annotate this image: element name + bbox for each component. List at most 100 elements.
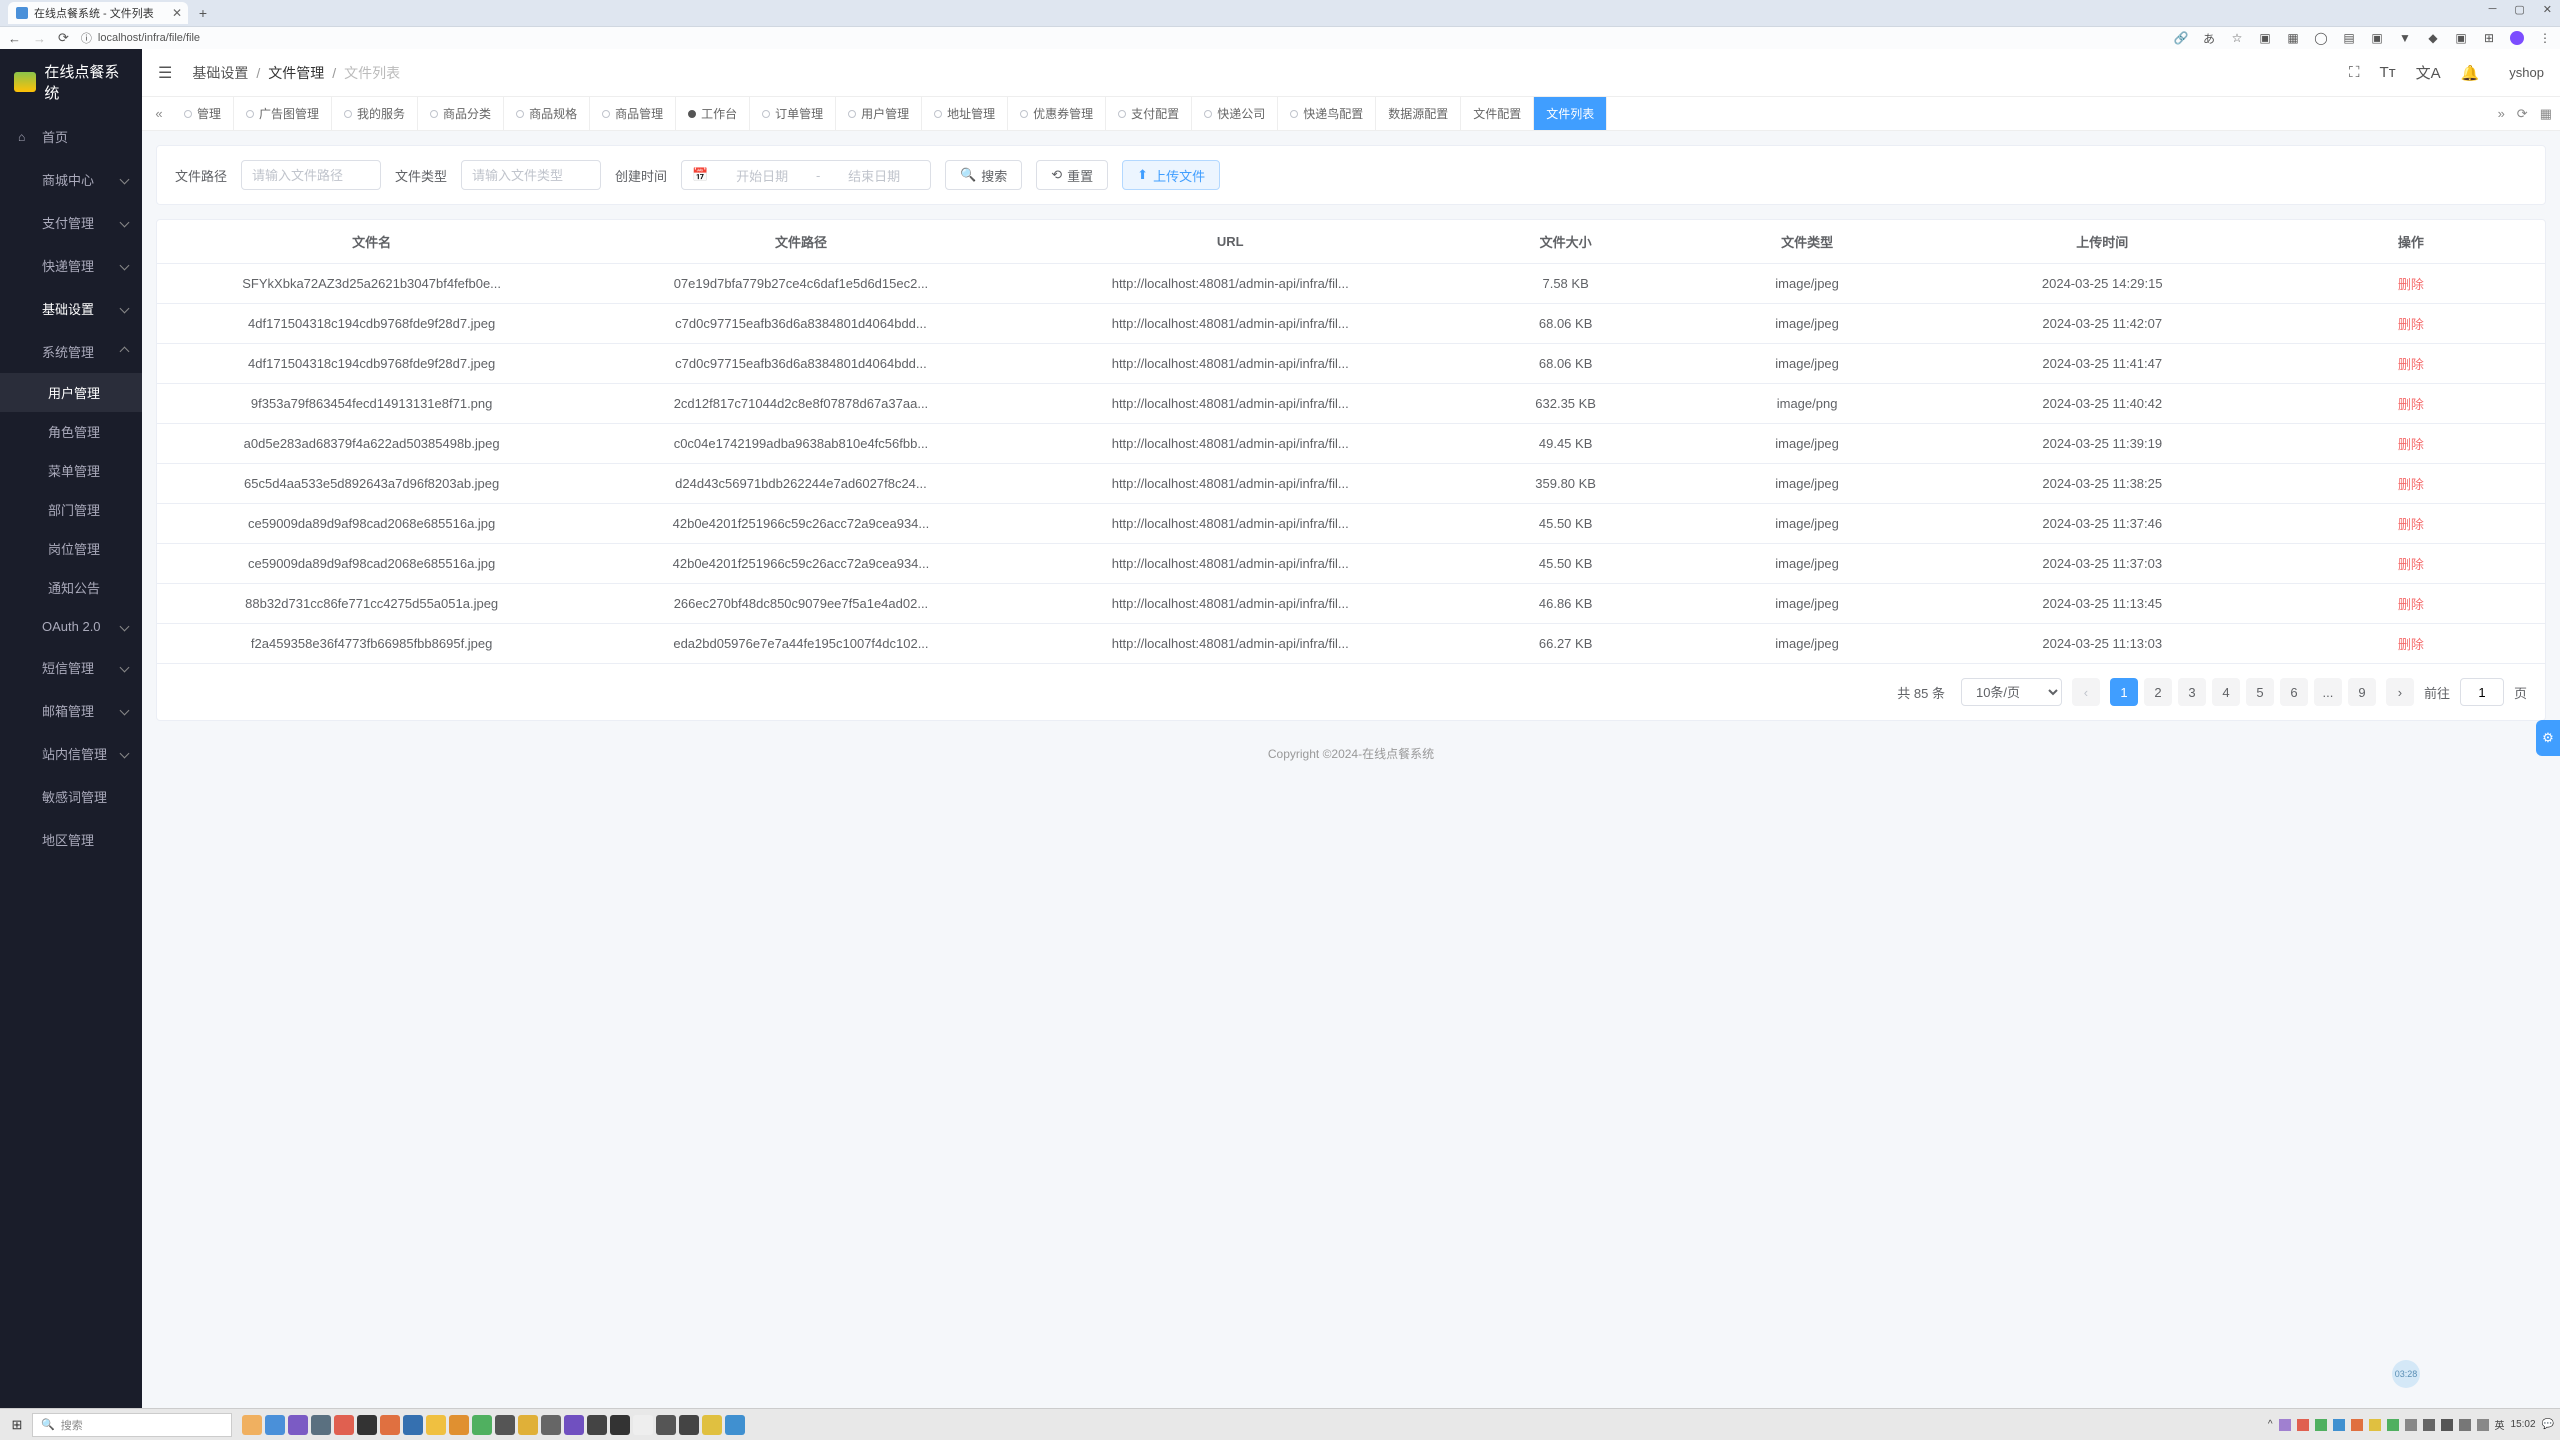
app-icon[interactable] (725, 1415, 745, 1435)
forward-icon[interactable]: → (33, 31, 46, 46)
sidebar-sub-item[interactable]: 通知公告 (0, 568, 142, 607)
star-icon[interactable]: ☆ (2230, 31, 2244, 45)
app-icon[interactable] (495, 1415, 515, 1435)
sidebar-item-basic[interactable]: 基础设置 (0, 287, 142, 330)
tray-icon[interactable] (2279, 1419, 2291, 1431)
pager-next[interactable]: › (2386, 678, 2414, 706)
sidebar-item-pay[interactable]: 支付管理 (0, 201, 142, 244)
content-tab[interactable]: 支付配置 (1106, 97, 1192, 130)
close-window-icon[interactable]: ✕ (2543, 3, 2552, 16)
ext7-icon[interactable]: ◆ (2426, 31, 2440, 45)
tabs-right-icon[interactable]: » (2498, 106, 2505, 121)
crumb-0[interactable]: 基础设置 (192, 63, 248, 83)
ext2-icon[interactable]: ▦ (2286, 31, 2300, 45)
app-icon[interactable] (288, 1415, 308, 1435)
app-icon[interactable] (242, 1415, 262, 1435)
sidebar-item-msg[interactable]: 站内信管理 (0, 732, 142, 775)
sidebar-item-system[interactable]: 系统管理 (0, 330, 142, 373)
sidebar-sub-item[interactable]: 部门管理 (0, 490, 142, 529)
ext8-icon[interactable]: ▣ (2454, 31, 2468, 45)
tabs-left-icon[interactable]: « (146, 97, 172, 130)
delete-button[interactable]: 删除 (2398, 437, 2424, 452)
pager-page[interactable]: 4 (2212, 678, 2240, 706)
ext4-icon[interactable]: ▤ (2342, 31, 2356, 45)
sidebar-item-mall[interactable]: 商城中心 (0, 158, 142, 201)
taskbar-search[interactable]: 🔍 搜索 (32, 1413, 232, 1437)
tray-icon[interactable] (2459, 1419, 2471, 1431)
app-icon[interactable] (311, 1415, 331, 1435)
app-icon[interactable] (610, 1415, 630, 1435)
page-size-select[interactable]: 10条/页 (1961, 678, 2062, 706)
content-tab[interactable]: 数据源配置 (1376, 97, 1461, 130)
start-icon[interactable]: ⊞ (6, 1414, 28, 1436)
app-logo[interactable]: 在线点餐系统 (0, 49, 142, 115)
app-icon[interactable] (265, 1415, 285, 1435)
sidebar-item-oauth[interactable]: OAuth 2.0 (0, 607, 142, 646)
app-icon[interactable] (357, 1415, 377, 1435)
crumb-1[interactable]: 文件管理 (268, 63, 324, 83)
address-bar[interactable]: ⓘ localhost/infra/file/file (81, 30, 2162, 46)
content-tab[interactable]: 用户管理 (836, 97, 922, 130)
content-tab[interactable]: 我的服务 (332, 97, 418, 130)
upload-button[interactable]: ⬆上传文件 (1122, 160, 1220, 190)
delete-button[interactable]: 删除 (2398, 517, 2424, 532)
delete-button[interactable]: 删除 (2398, 597, 2424, 612)
app-icon[interactable] (633, 1415, 653, 1435)
delete-button[interactable]: 删除 (2398, 397, 2424, 412)
ext1-icon[interactable]: ▣ (2258, 31, 2272, 45)
maximize-icon[interactable]: ▢ (2514, 3, 2524, 16)
tabs-grid-icon[interactable]: ▦ (2540, 106, 2552, 122)
link-icon[interactable]: 🔗 (2174, 31, 2188, 45)
sidebar-item-express[interactable]: 快递管理 (0, 244, 142, 287)
tray-icon[interactable] (2441, 1419, 2453, 1431)
content-tab[interactable]: 订单管理 (750, 97, 836, 130)
date-range-input[interactable]: 📅 开始日期 - 结束日期 (681, 160, 931, 190)
ext3-icon[interactable]: ◯ (2314, 31, 2328, 45)
sidebar-sub-item[interactable]: 菜单管理 (0, 451, 142, 490)
content-tab[interactable]: 广告图管理 (234, 97, 332, 130)
sidebar-item-sensitive[interactable]: 敏感词管理 (0, 775, 142, 818)
fullscreen-icon[interactable]: ⛶ (2349, 64, 2360, 81)
hamburger-icon[interactable]: ☰ (158, 63, 172, 83)
content-tab[interactable]: 文件列表 (1534, 97, 1607, 130)
reset-button[interactable]: ⟲重置 (1036, 160, 1108, 190)
delete-button[interactable]: 删除 (2398, 557, 2424, 572)
pager-page[interactable]: 3 (2178, 678, 2206, 706)
delete-button[interactable]: 删除 (2398, 317, 2424, 332)
content-tab[interactable]: 商品规格 (504, 97, 590, 130)
tray-icon[interactable] (2369, 1419, 2381, 1431)
tray-icon[interactable] (2477, 1419, 2489, 1431)
app-icon[interactable] (541, 1415, 561, 1435)
delete-button[interactable]: 删除 (2398, 357, 2424, 372)
app-icon[interactable] (449, 1415, 469, 1435)
delete-button[interactable]: 删除 (2398, 277, 2424, 292)
sidebar-item-mail[interactable]: 邮箱管理 (0, 689, 142, 732)
sidebar-sub-item[interactable]: 岗位管理 (0, 529, 142, 568)
app-icon[interactable] (656, 1415, 676, 1435)
close-tab-icon[interactable]: ✕ (172, 6, 182, 20)
translate-icon[interactable]: あ (2202, 31, 2216, 45)
settings-drawer-icon[interactable]: ⚙ (2536, 720, 2560, 756)
content-tab[interactable]: 快递公司 (1192, 97, 1278, 130)
tray-icon[interactable] (2387, 1419, 2399, 1431)
sidebar-item-sms[interactable]: 短信管理 (0, 646, 142, 689)
content-tab[interactable]: 优惠券管理 (1008, 97, 1106, 130)
minimize-icon[interactable]: ─ (2489, 3, 2497, 16)
app-icon[interactable] (679, 1415, 699, 1435)
sidebar-sub-item[interactable]: 用户管理 (0, 373, 142, 412)
timer-badge[interactable]: 03:28 (2392, 1360, 2420, 1388)
delete-button[interactable]: 删除 (2398, 637, 2424, 652)
content-tab[interactable]: 文件配置 (1461, 97, 1534, 130)
pager-page[interactable]: 5 (2246, 678, 2274, 706)
content-tab[interactable]: 地址管理 (922, 97, 1008, 130)
delete-button[interactable]: 删除 (2398, 477, 2424, 492)
content-tab[interactable]: 商品管理 (590, 97, 676, 130)
tray-chevron-icon[interactable]: ^ (2268, 1419, 2273, 1430)
app-icon[interactable] (380, 1415, 400, 1435)
ext6-icon[interactable]: ▼ (2398, 31, 2412, 45)
user-name[interactable]: yshop (2509, 65, 2544, 80)
tray-icon[interactable] (2405, 1419, 2417, 1431)
tray-icon[interactable] (2351, 1419, 2363, 1431)
app-icon[interactable] (702, 1415, 722, 1435)
pager-page[interactable]: 9 (2348, 678, 2376, 706)
